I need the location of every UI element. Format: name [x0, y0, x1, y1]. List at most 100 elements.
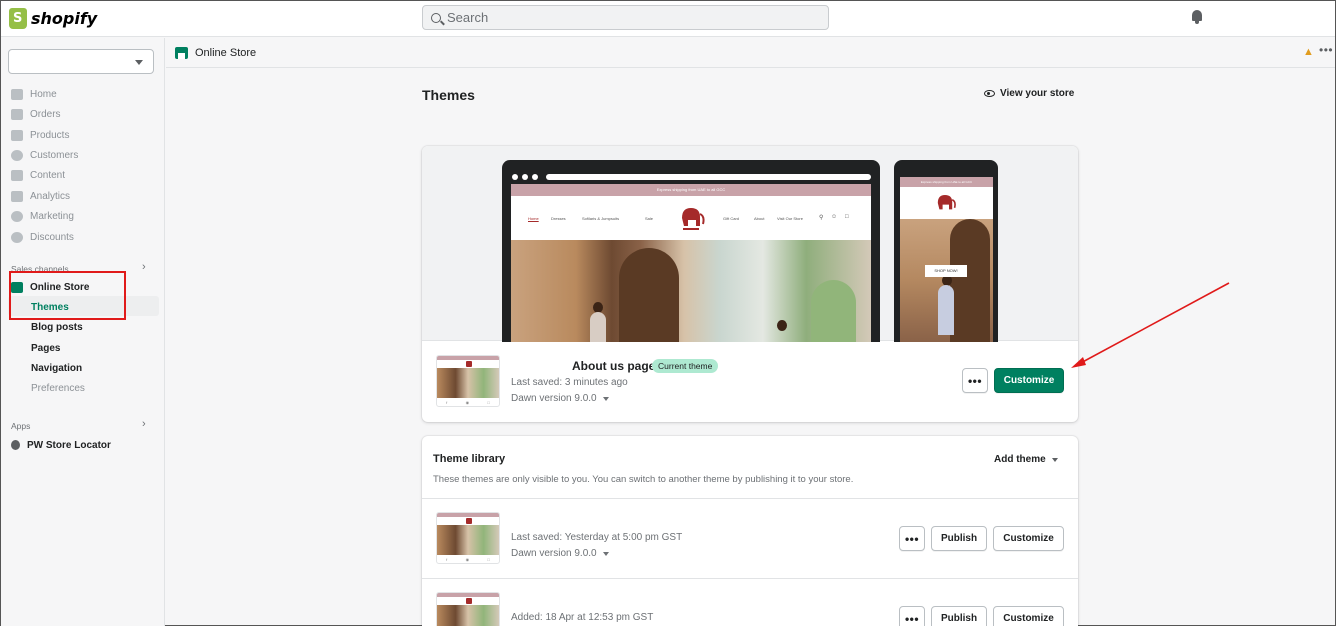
home-icon — [11, 88, 23, 100]
store-selector[interactable] — [8, 49, 154, 74]
mobile-preview: Express shipping from UAE to all GCC SHO… — [894, 160, 998, 342]
publish-button[interactable]: Publish — [931, 606, 987, 626]
elephant-logo-icon — [937, 195, 956, 210]
theme-library-description: These themes are only visible to you. Yo… — [433, 474, 854, 485]
version-dropdown[interactable]: Dawn version 9.0.0 — [511, 548, 609, 559]
theme-preview: Express shipping from UAE to all GCC Hom… — [422, 146, 1078, 342]
pin-icon[interactable]: ▲ — [1303, 46, 1314, 58]
sidebar-item-label: Marketing — [30, 210, 74, 222]
apps-label: Apps — [11, 421, 31, 431]
version-label: Dawn version 9.0.0 — [511, 548, 597, 559]
person-icon — [11, 149, 23, 161]
notification-bell-icon[interactable] — [1191, 10, 1203, 24]
hero-image — [511, 240, 871, 342]
orders-icon — [11, 108, 23, 120]
add-theme-label: Add theme — [994, 454, 1046, 465]
sidebar-item-label: Orders — [30, 108, 61, 120]
sidebar-item-label: Analytics — [30, 190, 71, 202]
sidebar: Home Orders Products Customers Content A… — [1, 38, 165, 626]
discount-icon — [11, 231, 23, 243]
account-icon: ☺ — [831, 214, 838, 220]
sidebar-item-content[interactable]: Content — [11, 166, 65, 184]
sidebar-item-orders[interactable]: Orders — [11, 105, 61, 123]
added-date-text: Added: 18 Apr at 12:53 pm GST — [511, 612, 654, 623]
customize-button[interactable]: Customize — [994, 368, 1064, 393]
nav-link: Dresses — [551, 216, 566, 221]
library-theme-row: Added: 18 Apr at 12:53 pm GST ••• Publis… — [422, 586, 1078, 626]
last-saved-text: Last saved: Yesterday at 5:00 pm GST — [511, 532, 683, 543]
eye-icon — [984, 90, 995, 97]
sidebar-subitem-pages[interactable]: Pages — [31, 343, 60, 354]
customize-button[interactable]: Customize — [993, 526, 1064, 551]
search-icon — [431, 12, 441, 23]
version-dropdown[interactable]: Dawn version 9.0.0 — [511, 393, 609, 404]
search-input[interactable]: Search — [422, 5, 829, 30]
theme-thumbnail: f ◉ □ — [436, 355, 500, 407]
sidebar-item-customers[interactable]: Customers — [11, 146, 78, 164]
more-actions-button[interactable]: ••• — [899, 606, 925, 626]
content-icon — [11, 169, 23, 181]
theme-thumbnail — [436, 592, 500, 626]
shopify-logo[interactable]: shopify — [9, 8, 97, 29]
sidebar-item-label: Content — [30, 169, 66, 181]
tag-icon — [11, 129, 23, 141]
breadcrumb-label[interactable]: Online Store — [195, 47, 256, 59]
version-label: Dawn version 9.0.0 — [511, 393, 597, 404]
more-actions-button[interactable]: ••• — [899, 526, 925, 551]
bar-chart-icon — [11, 190, 23, 202]
nav-link: Visit Our Store — [777, 216, 803, 221]
view-store-link[interactable]: View your store — [984, 88, 1074, 99]
logo-text: shopify — [31, 9, 98, 28]
hero-image — [900, 219, 993, 342]
caret-down-icon — [602, 396, 609, 401]
theme-library-card: Theme library Add theme These themes are… — [422, 436, 1078, 626]
current-theme-card: Express shipping from UAE to all GCC Hom… — [422, 146, 1078, 422]
store-nav: Home Dresses Sofilaris & Jumpsuits Sale … — [511, 196, 871, 240]
nav-link: Sofilaris & Jumpsuits — [582, 216, 620, 221]
sidebar-item-marketing[interactable]: Marketing — [11, 207, 74, 225]
current-theme-badge: Current theme — [652, 359, 719, 373]
publish-button[interactable]: Publish — [931, 526, 987, 551]
chevron-right-icon[interactable]: › — [142, 261, 146, 273]
sidebar-item-analytics[interactable]: Analytics — [11, 187, 70, 205]
nav-link: Home — [528, 216, 539, 221]
elephant-logo-icon — [682, 208, 705, 230]
desktop-preview: Express shipping from UAE to all GCC Hom… — [502, 160, 880, 342]
current-theme-row: f ◉ □ About us page Current theme Last sav… — [422, 349, 1078, 413]
more-actions-button[interactable]: ••• — [962, 368, 988, 393]
top-bar: shopify Search — [1, 1, 1335, 37]
nav-link: About — [754, 216, 765, 221]
sidebar-item-home[interactable]: Home — [11, 85, 57, 103]
search-placeholder: Search — [447, 10, 489, 25]
sidebar-item-discounts[interactable]: Discounts — [11, 228, 74, 246]
add-theme-button[interactable]: Add theme — [994, 454, 1058, 465]
search-icon: ⚲ — [819, 215, 824, 221]
view-store-label: View your store — [1000, 88, 1075, 99]
shop-now-button: SHOP NOW! — [925, 265, 967, 277]
more-actions-icon[interactable]: ••• — [1319, 43, 1333, 57]
theme-thumbnail: f ◉ □ — [436, 512, 500, 564]
chevron-right-icon[interactable]: › — [142, 418, 146, 430]
annotation-arrow — [1071, 282, 1230, 368]
breadcrumb: Online Store — [166, 38, 1335, 68]
sidebar-item-pw-store-locator[interactable]: PW Store Locator — [11, 436, 111, 454]
annotation-highlight-box — [9, 271, 126, 320]
promo-banner: Express shipping from UAE to all GCC — [511, 184, 871, 196]
sidebar-subitem-preferences[interactable]: Preferences — [31, 383, 85, 394]
chevron-down-icon — [135, 60, 143, 65]
promo-banner: Express shipping from UAE to all GCC — [900, 177, 993, 187]
sidebar-item-label: Discounts — [30, 231, 74, 243]
sidebar-item-label: Home — [30, 88, 57, 100]
customize-button[interactable]: Customize — [993, 606, 1064, 626]
target-icon — [11, 210, 23, 222]
nav-link: Gift Card — [723, 216, 740, 221]
last-saved-text: Last saved: 3 minutes ago — [511, 377, 628, 388]
sidebar-subitem-navigation[interactable]: Navigation — [31, 363, 82, 374]
cart-icon: □ — [845, 214, 849, 220]
sidebar-item-products[interactable]: Products — [11, 126, 69, 144]
library-theme-row: f ◉ □ Last saved: Yesterday at 5:00 pm GST… — [422, 506, 1078, 570]
location-pin-icon — [11, 440, 20, 450]
sidebar-subitem-blog-posts[interactable]: Blog posts — [31, 322, 83, 333]
sidebar-item-label: Customers — [30, 149, 79, 161]
sidebar-item-label: PW Store Locator — [27, 439, 111, 451]
